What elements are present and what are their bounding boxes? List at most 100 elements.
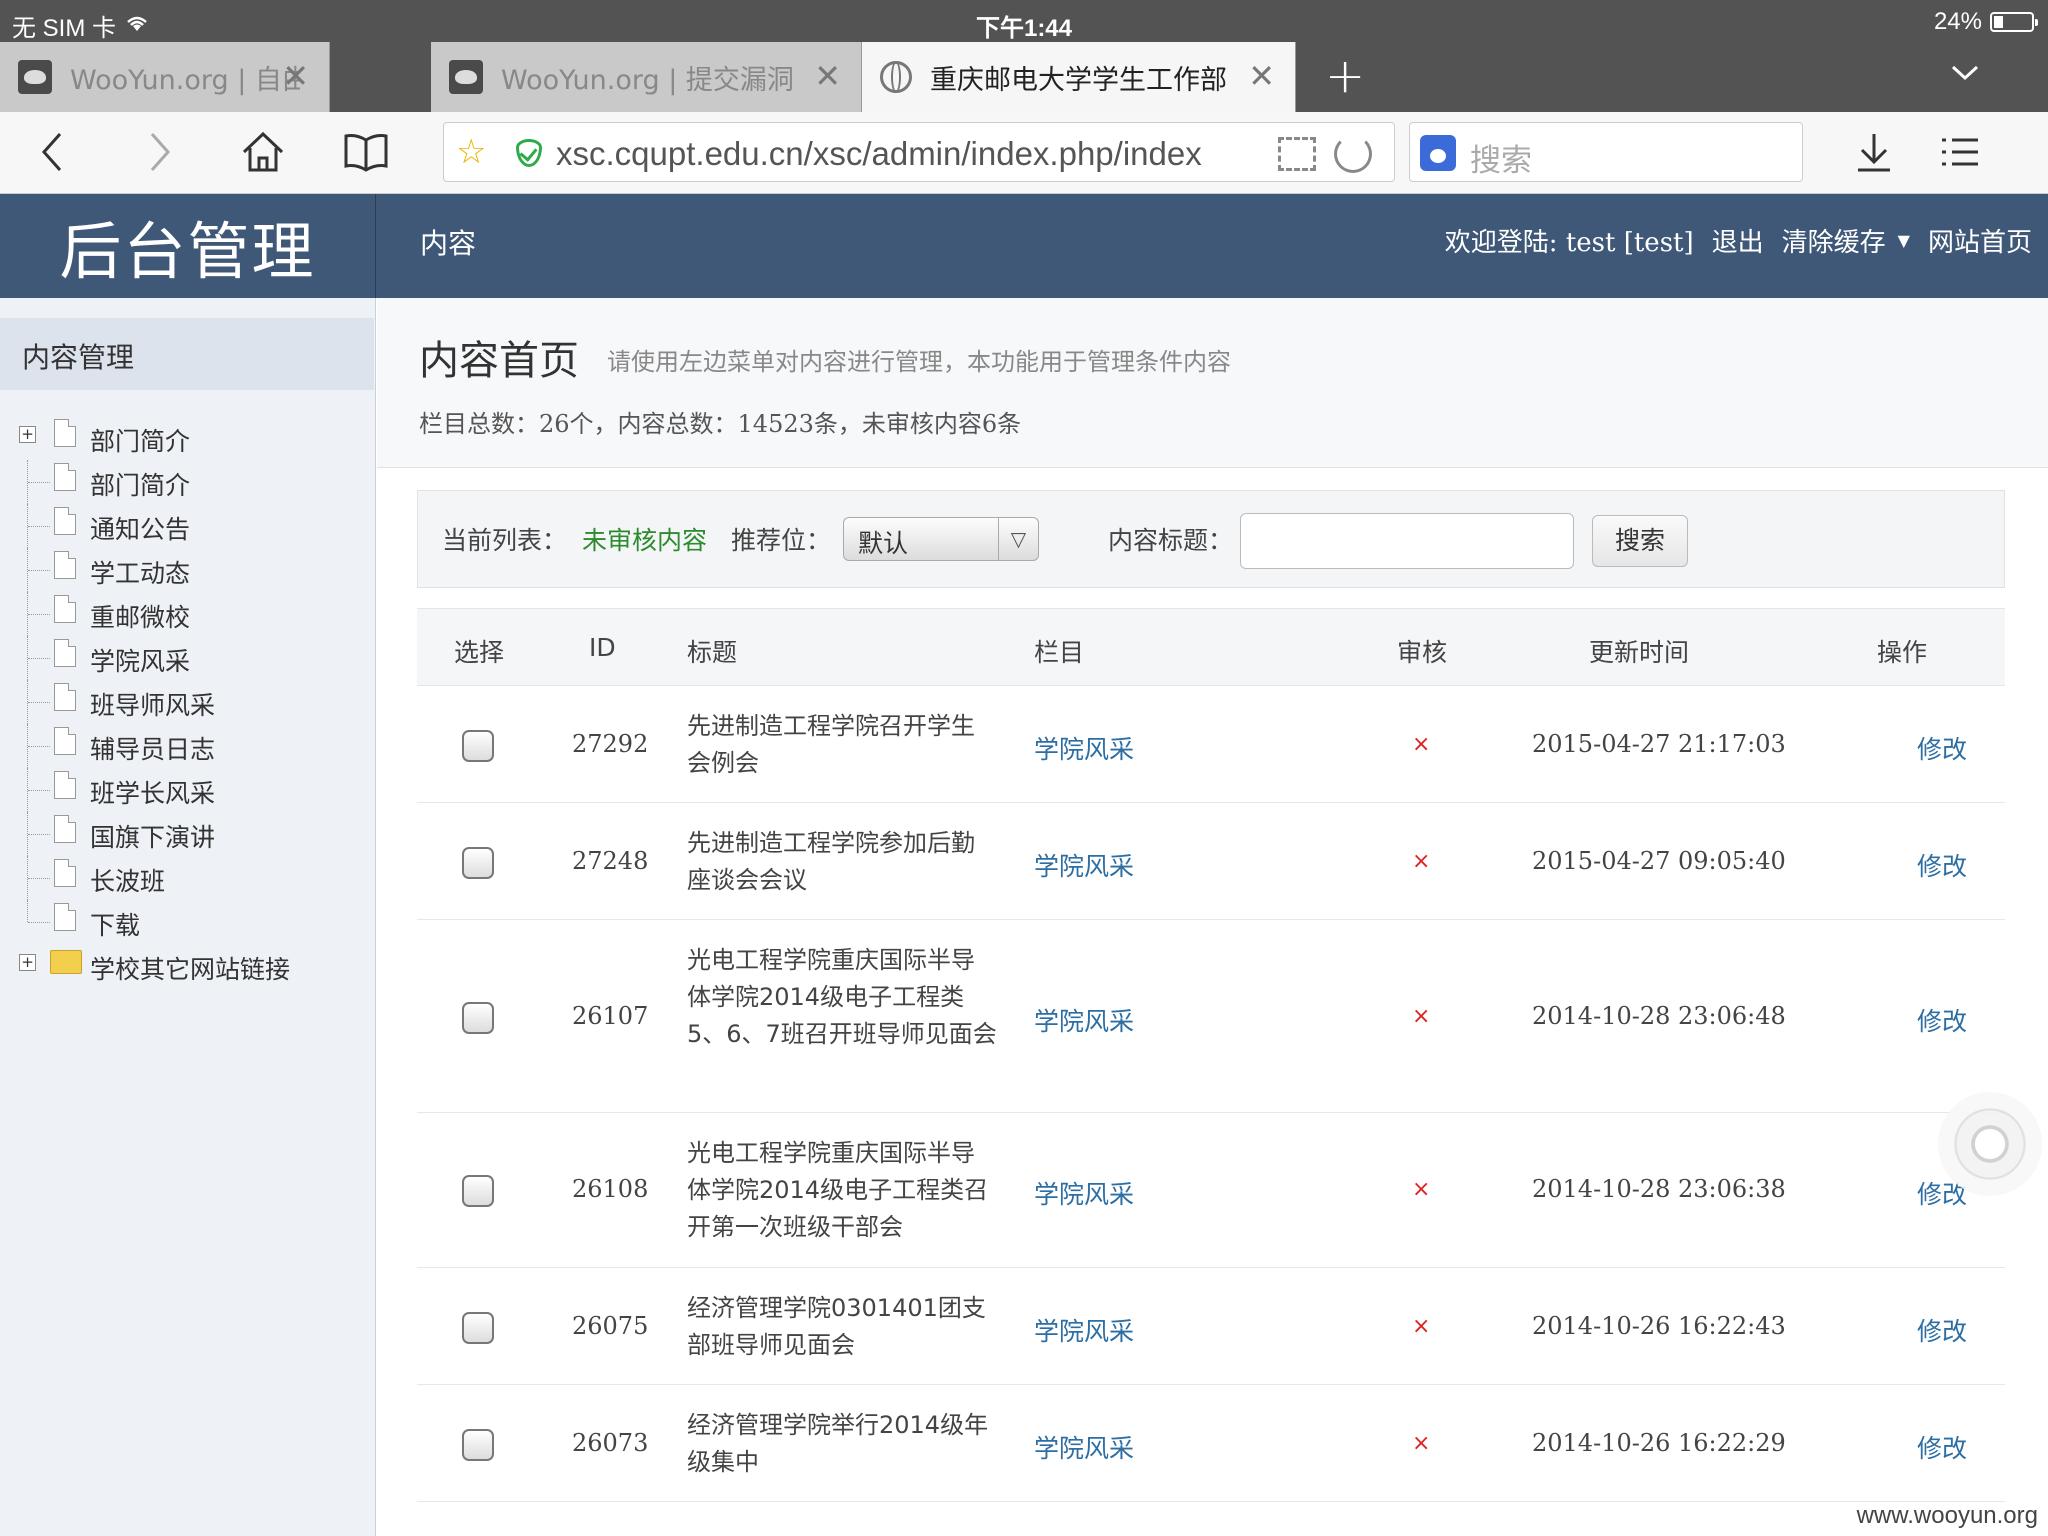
col-title: 标题 [687,638,738,667]
row-time: 2015-04-27 21:17:03 [1532,730,1786,758]
tree-item[interactable]: 学院风采 [0,636,374,680]
tree-item-label[interactable]: 下载 [90,906,140,942]
home-icon[interactable] [240,130,286,184]
assistive-touch-button[interactable] [1938,1092,2042,1196]
sidebar-title: 内容管理 [0,318,374,390]
row-column-link[interactable]: 学院风采 [1034,847,1134,883]
logout-link[interactable]: 退出 [1712,222,1764,259]
tree-item[interactable]: 班导师风采 [0,680,374,724]
baidu-paw-icon[interactable] [1420,135,1456,171]
menu-icon[interactable] [1940,130,1980,184]
admin-logo: 后台管理 [0,194,376,298]
status-bar: 无 SIM 卡 下午1:44 24% [0,0,2048,42]
table-row: 26107 光电工程学院重庆国际半导体学院2014级电子工程类5、6、7班召开班… [417,920,2005,1113]
tree-item[interactable]: + 部门简介 [0,416,374,460]
expand-icon[interactable]: + [19,426,36,443]
tree-item-label[interactable]: 学工动态 [90,554,190,590]
caret-down-icon[interactable]: ▼ [1898,231,1910,250]
close-icon[interactable]: ✕ [814,60,841,92]
row-time: 2014-10-26 16:22:29 [1532,1429,1786,1457]
reload-icon[interactable] [1334,135,1372,173]
admin-header: 后台管理 内容 欢迎登陆: test [test] 退出 清除缓存 ▼ 网站首页 [0,194,2048,298]
expand-icon[interactable]: + [19,954,36,971]
edit-link[interactable]: 修改 [1917,1002,1967,1038]
tree-item-label[interactable]: 部门简介 [90,422,190,458]
edit-link[interactable]: 修改 [1917,1312,1967,1348]
chevron-down-icon[interactable] [1950,56,1980,89]
not-approved-icon: × [1412,1314,1431,1339]
row-column-link[interactable]: 学院风采 [1034,1002,1134,1038]
row-checkbox[interactable] [462,847,494,879]
scan-icon[interactable] [1278,137,1316,171]
row-title: 经济管理学院举行2014级年级集中 [687,1411,989,1476]
edit-link[interactable]: 修改 [1917,847,1967,883]
search-button[interactable]: 搜索 [1592,515,1688,567]
forward-icon[interactable] [148,130,172,184]
close-icon[interactable]: ✕ [282,60,309,92]
list-value[interactable]: 未审核内容 [582,521,707,557]
nav-content[interactable]: 内容 [420,222,476,262]
row-time: 2014-10-26 16:22:43 [1532,1312,1786,1340]
tree-item-label[interactable]: 辅导员日志 [90,730,215,766]
tree-item-label[interactable]: 通知公告 [90,510,190,546]
tree-item-label[interactable]: 学院风采 [90,642,190,678]
row-checkbox[interactable] [462,1429,494,1461]
folder-icon [50,950,82,974]
row-title: 光电工程学院重庆国际半导体学院2014级电子工程类召开第一次班级干部会 [687,1139,989,1241]
tree-item[interactable]: 部门简介 [0,460,374,504]
tree-item[interactable]: 通知公告 [0,504,374,548]
tree-item[interactable]: + 学校其它网站链接 [0,944,374,988]
bookmarks-icon[interactable] [342,130,390,184]
document-icon [54,595,76,623]
close-icon[interactable]: ✕ [1248,60,1275,92]
tree-item-label[interactable]: 学校其它网站链接 [90,950,290,986]
table-row: 26108 光电工程学院重庆国际半导体学院2014级电子工程类召开第一次班级干部… [417,1113,2005,1268]
tree-item-label[interactable]: 长波班 [90,862,165,898]
url-text[interactable]: xsc.cqupt.edu.cn/xsc/admin/index.php/ind… [556,135,1202,173]
edit-link[interactable]: 修改 [1917,730,1967,766]
tree-item[interactable]: 辅导员日志 [0,724,374,768]
row-time: 2014-10-28 23:06:48 [1532,1002,1786,1030]
tree-item-label[interactable]: 部门简介 [90,466,190,502]
star-icon[interactable]: ☆ [456,133,486,171]
row-checkbox[interactable] [462,1175,494,1207]
browser-tab[interactable]: WooYun.org | 提交漏洞 ✕ [431,42,862,112]
row-checkbox[interactable] [462,1312,494,1344]
download-icon[interactable] [1854,130,1894,184]
title-search-input[interactable] [1240,513,1574,569]
row-column-link[interactable]: 学院风采 [1034,1175,1134,1211]
row-id: 27292 [572,730,649,758]
row-column-link[interactable]: 学院风采 [1034,730,1134,766]
content-table: 选择 ID 标题 栏目 审核 更新时间 操作 27292 先进制造工程学院召开学… [417,608,2005,1502]
row-checkbox[interactable] [462,1002,494,1034]
tab-title: WooYun.org | 自由平等 [70,64,300,96]
tree-item-label[interactable]: 班导师风采 [90,686,215,722]
browser-tab-active[interactable]: 重庆邮电大学学生工作部 ✕ [862,42,1296,112]
browser-tab[interactable]: WooYun.org | 自由平等 ✕ [0,42,330,112]
col-id: ID [589,633,616,662]
tree-item[interactable]: 班学长风采 [0,768,374,812]
row-checkbox[interactable] [462,730,494,762]
site-home-link[interactable]: 网站首页 [1928,222,2032,259]
row-time: 2015-04-27 09:05:40 [1532,847,1786,875]
tree-item[interactable]: 下载 [0,900,374,944]
address-bar[interactable]: ☆ xsc.cqupt.edu.cn/xsc/admin/index.php/i… [443,122,1395,182]
tree-item[interactable]: 长波班 [0,856,374,900]
position-select[interactable]: 默认 ▽ [843,517,1039,561]
tree-item[interactable]: 学工动态 [0,548,374,592]
row-column-link[interactable]: 学院风采 [1034,1429,1134,1465]
tree-item-label[interactable]: 班学长风采 [90,774,215,810]
clear-cache-link[interactable]: 清除缓存 [1782,222,1886,259]
search-input[interactable]: 搜索 [1409,122,1803,182]
tree-item-label[interactable]: 国旗下演讲 [90,818,215,854]
list-label: 当前列表： [442,526,568,555]
wooyun-favicon-icon [18,60,52,94]
tree-item[interactable]: 重邮微校 [0,592,374,636]
row-column-link[interactable]: 学院风采 [1034,1312,1134,1348]
back-icon[interactable] [40,130,64,184]
row-id: 26073 [572,1429,649,1457]
edit-link[interactable]: 修改 [1917,1429,1967,1465]
new-tab-icon[interactable]: + [1325,48,1365,104]
tree-item-label[interactable]: 重邮微校 [90,598,190,634]
tree-item[interactable]: 国旗下演讲 [0,812,374,856]
